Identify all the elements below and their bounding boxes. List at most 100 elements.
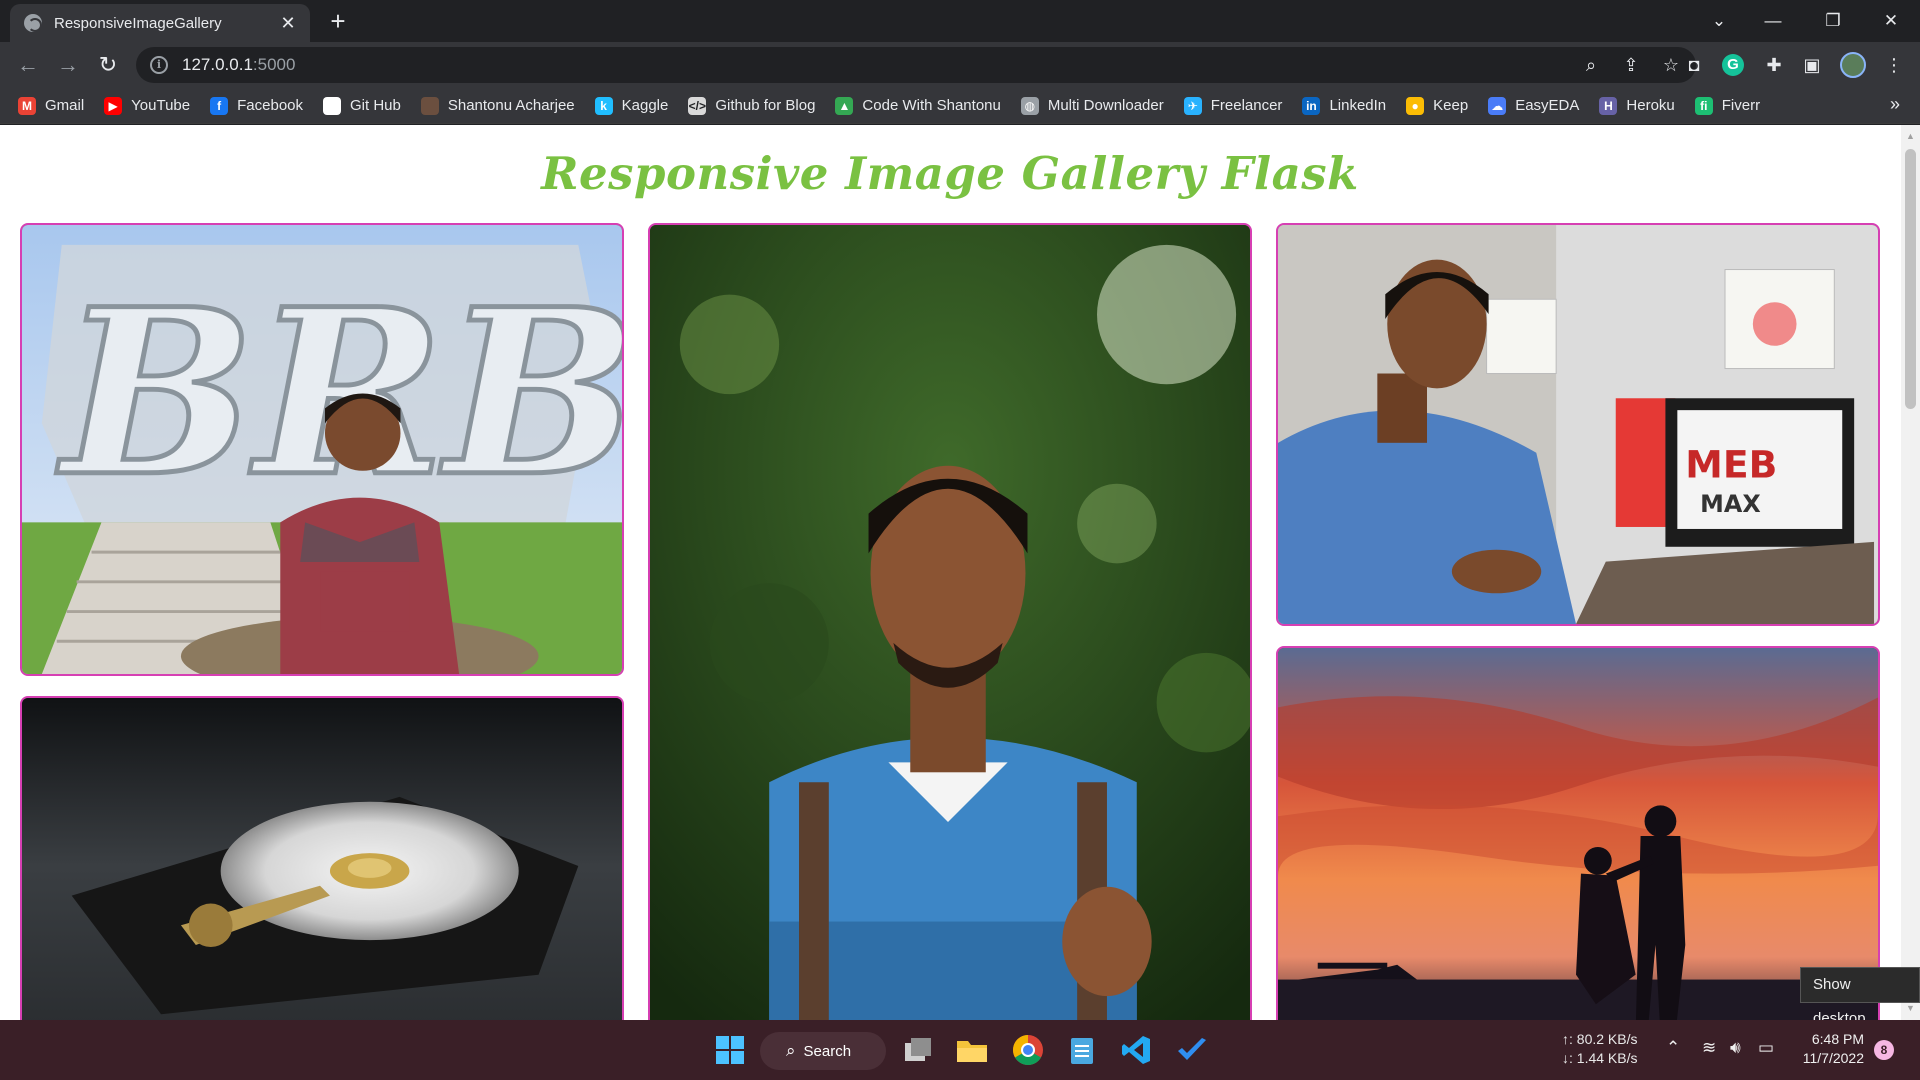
bookmark-item[interactable]: k Kaggle — [594, 96, 668, 115]
bookmark-label: Keep — [1433, 97, 1469, 114]
restore-button[interactable]: ❐ — [1810, 4, 1856, 38]
tab-search-chevron-icon[interactable]: ⌄ — [1696, 4, 1742, 38]
url-host: 127.0.0.1 — [182, 55, 253, 74]
url-port: :5000 — [252, 55, 296, 74]
side-panel-icon[interactable]: ▣ — [1798, 51, 1826, 79]
drive-icon: ▲ — [835, 96, 854, 115]
kaggle-icon: k — [594, 96, 613, 115]
heroku-icon: H — [1599, 96, 1618, 115]
tab-title: ResponsiveImageGallery — [54, 14, 222, 32]
avatar-icon — [420, 96, 439, 115]
menu-dots-icon[interactable]: ⋮ — [1880, 51, 1908, 79]
clock-date: 11/7/2022 — [1802, 1050, 1864, 1066]
taskbar-search-button[interactable]: ⌕ Search — [760, 1032, 886, 1070]
notepad-icon[interactable] — [1062, 1032, 1102, 1068]
back-arrow-icon[interactable]: ← — [12, 49, 44, 81]
clock-time: 6:48 PM — [1811, 1031, 1864, 1047]
globe-favicon-icon — [24, 14, 42, 32]
page-scrollbar[interactable]: ▲ ▼ — [1901, 125, 1920, 1020]
taskbar-clock[interactable]: 6:48 PM 11/7/2022 — [1798, 1030, 1864, 1068]
bookmark-label: EasyEDA — [1515, 97, 1580, 114]
bookmark-label: Code With Shantonu — [862, 97, 1001, 114]
browser-toolbar: ← → ↻ i 127.0.0.1 :5000 ⌕ ⇪ ☆ ◘ G ✚ ▣ ⋮ — [0, 42, 1920, 88]
gallery-image-sunset-couple[interactable] — [1276, 646, 1880, 1020]
todo-check-icon[interactable] — [1172, 1032, 1212, 1068]
network-upload-speed: ↑: 80.2 KB/s — [1562, 1031, 1638, 1047]
bookmark-item[interactable]: ✈ Freelancer — [1183, 96, 1282, 115]
gallery-image-portrait-forest[interactable] — [648, 223, 1252, 1020]
notification-badge[interactable]: 8 — [1874, 1040, 1894, 1060]
bookmark-item[interactable]: Git Hub — [323, 96, 401, 115]
bookmark-item[interactable]: f Facebook — [210, 96, 303, 115]
bookmarks-overflow-icon[interactable]: » — [1890, 94, 1900, 115]
page-viewport: Responsive Image Gallery Flask BRB MEB M… — [0, 125, 1920, 1020]
svg-text:MEB: MEB — [1685, 443, 1777, 487]
vscode-icon[interactable] — [1116, 1032, 1156, 1068]
site-info-icon[interactable]: i — [150, 56, 168, 74]
bookmark-item[interactable]: ☁ EasyEDA — [1488, 96, 1580, 115]
extensions-puzzle-icon[interactable]: ✚ — [1760, 51, 1788, 79]
bookmark-item[interactable]: ● Keep — [1406, 96, 1469, 115]
scroll-down-arrow-icon[interactable]: ▼ — [1905, 1003, 1916, 1013]
bookmark-item[interactable]: in LinkedIn — [1302, 96, 1387, 115]
bookmark-item[interactable]: ▲ Code With Shantonu — [835, 96, 1001, 115]
bookmark-label: Gmail — [45, 97, 85, 114]
easyeda-icon: ☁ — [1488, 96, 1507, 115]
fiverr-icon: fi — [1694, 96, 1713, 115]
scroll-up-arrow-icon[interactable]: ▲ — [1905, 131, 1916, 141]
taskbar-search-label: Search — [803, 1042, 852, 1060]
bookmark-item[interactable]: </> Github for Blog — [688, 96, 815, 115]
tab-strip: ResponsiveImageGallery ✕ + ⌄ — ❐ ✕ — [0, 0, 1920, 42]
youtube-icon: ▶ — [104, 96, 123, 115]
file-explorer-icon[interactable] — [952, 1032, 992, 1068]
bookmark-item[interactable]: ▶ YouTube — [104, 96, 191, 115]
forward-arrow-icon[interactable]: → — [52, 49, 84, 81]
wifi-icon[interactable]: ≋ — [1702, 1038, 1716, 1058]
freelancer-icon: ✈ — [1183, 96, 1202, 115]
bookmark-label: Fiverr — [1721, 97, 1761, 114]
bookmark-label: LinkedIn — [1329, 97, 1387, 114]
bookmark-item[interactable]: M Gmail — [18, 96, 85, 115]
page-title: Responsive Image Gallery Flask — [541, 147, 1359, 200]
close-window-button[interactable]: ✕ — [1868, 4, 1914, 38]
linkedin-icon: in — [1302, 96, 1321, 115]
search-icon: ⌕ — [786, 1041, 796, 1060]
bookmark-item[interactable]: H Heroku — [1599, 96, 1675, 115]
gallery-image-brb-park[interactable]: BRB — [20, 223, 624, 676]
gallery-image-desk-laptop[interactable]: MEB MAX — [1276, 223, 1880, 626]
bookmark-item[interactable]: Shantonu Acharjee — [420, 96, 575, 115]
bookmark-label: Shantonu Acharjee — [447, 97, 575, 114]
new-tab-button[interactable]: + — [324, 8, 352, 36]
volume-icon[interactable]: 🔊︎ — [1730, 1038, 1741, 1058]
network-download-speed: ↓: 1.44 KB/s — [1562, 1050, 1638, 1066]
profile-avatar[interactable] — [1840, 52, 1866, 78]
scrollbar-thumb[interactable] — [1905, 149, 1916, 409]
gmail-icon: M — [18, 96, 36, 115]
address-bar[interactable]: i 127.0.0.1 :5000 ⌕ ⇪ ☆ — [136, 47, 1696, 83]
grammarly-extension-icon[interactable]: G — [1722, 54, 1744, 76]
reload-icon[interactable]: ↻ — [92, 49, 124, 81]
minimize-button[interactable]: — — [1750, 4, 1796, 38]
bookmark-label: Multi Downloader — [1047, 97, 1164, 114]
globe-icon: ◍ — [1020, 96, 1039, 115]
chrome-icon[interactable] — [1008, 1032, 1048, 1068]
share-icon[interactable]: ⇪ — [1618, 52, 1644, 78]
bookmark-label: YouTube — [131, 97, 191, 114]
bookmark-item[interactable]: ◍ Multi Downloader — [1020, 96, 1164, 115]
tab-active[interactable]: ResponsiveImageGallery ✕ — [10, 4, 310, 42]
bookmark-label: Heroku — [1626, 97, 1675, 114]
windows-taskbar: ⌕ Search ↑: 80.2 KB/s ↓: 1.44 KB/s ⌃ ≋ 🔊… — [0, 1020, 1920, 1080]
zoom-icon[interactable]: ⌕ — [1578, 52, 1604, 78]
start-windows-icon[interactable] — [710, 1032, 750, 1068]
battery-icon[interactable]: ▭ — [1758, 1038, 1774, 1058]
tab-close-icon[interactable]: ✕ — [278, 13, 298, 34]
bookmarks-bar: M Gmail ▶ YouTube f Facebook Git Hub Shantonu A… — [0, 88, 1920, 124]
bookmark-item[interactable]: fi Fiverr — [1694, 96, 1761, 115]
gallery-image-hard-disk[interactable] — [20, 696, 624, 1020]
bookmark-label: Git Hub — [350, 97, 401, 114]
bookmark-label: Facebook — [237, 97, 303, 114]
tray-chevron-up-icon[interactable]: ⌃ — [1666, 1038, 1680, 1058]
task-view-icon[interactable] — [898, 1032, 938, 1068]
camera-icon[interactable]: ◘ — [1680, 51, 1708, 79]
network-speed: ↑: 80.2 KB/s ↓: 1.44 KB/s — [1562, 1030, 1637, 1068]
